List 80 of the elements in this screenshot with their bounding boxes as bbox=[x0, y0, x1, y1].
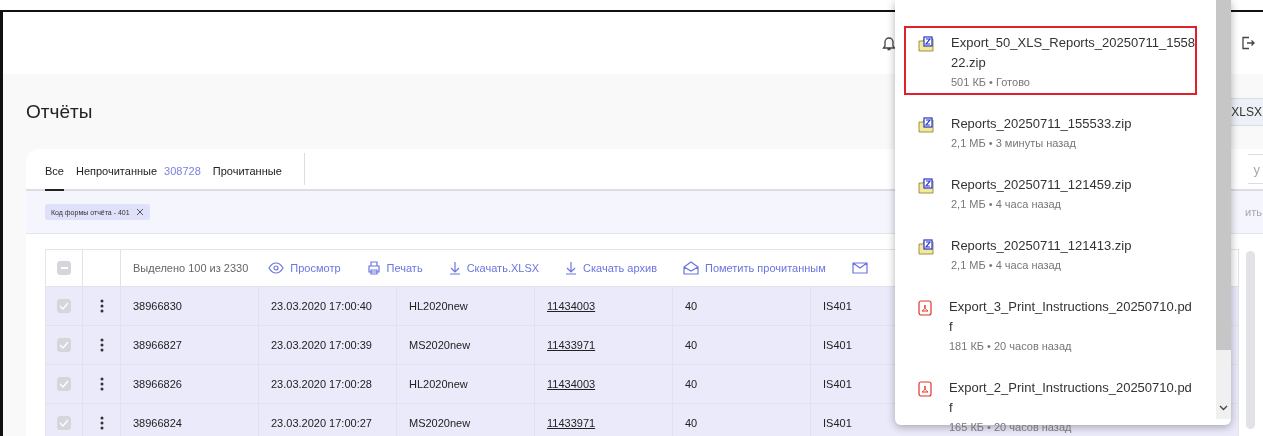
pdf-file-icon bbox=[918, 381, 932, 397]
file-status: 181 КБ • 20 часов назад bbox=[949, 340, 1073, 352]
envelope-icon bbox=[851, 262, 868, 274]
tab[interactable]: Непрочитанные 308728 bbox=[75, 153, 201, 191]
file-name: Reports_20250711_121459.zip bbox=[951, 176, 1133, 194]
mail-button[interactable] bbox=[851, 262, 868, 274]
file-name: Reports_20250711_155533.zip bbox=[951, 115, 1133, 133]
action-link[interactable]: Просмотр bbox=[268, 262, 341, 274]
download-item[interactable]: Export_50_XLS_Reports_20250711_155822.zip 501 КБ • Готово bbox=[904, 26, 1197, 95]
export-button[interactable]: XLSX bbox=[1229, 97, 1263, 126]
table-cell: 38966827 bbox=[133, 339, 182, 351]
file-name: Export_3_Print_Instructions_20250710.pdf bbox=[949, 298, 1193, 336]
more-icon[interactable] bbox=[99, 338, 104, 352]
file-name: Export_50_XLS_Reports_20250711_155822.zip bbox=[951, 34, 1196, 72]
zip-file-icon bbox=[918, 36, 934, 52]
row-checkbox[interactable] bbox=[57, 416, 71, 430]
action-link[interactable]: Скачать архив bbox=[565, 261, 657, 275]
table-cell: IS401 bbox=[823, 378, 852, 390]
file-status: 165 КБ • 20 часов назад bbox=[949, 421, 1073, 433]
close-icon[interactable] bbox=[135, 208, 144, 216]
download-item[interactable]: Reports_20250711_121413.zip 2,1 МБ • 4 часа назад bbox=[904, 229, 1197, 278]
download-icon bbox=[448, 261, 461, 275]
download-item[interactable]: Export_2_Print_Instructions_20250710.pdf 165 КБ • 20 часов назад bbox=[904, 371, 1197, 436]
action-link[interactable]: Скачать.XLSX bbox=[448, 261, 540, 275]
table-cell: 23.03.2020 17:00:39 bbox=[271, 339, 372, 351]
logout-icon[interactable] bbox=[1241, 36, 1255, 50]
table-link[interactable]: 11434003 bbox=[547, 300, 596, 312]
table-cell: 40 bbox=[685, 339, 698, 351]
table-cell: HL2020new bbox=[409, 378, 468, 390]
table-cell: 38966826 bbox=[133, 378, 182, 390]
file-status: 2,1 МБ • 4 часа назад bbox=[951, 259, 1063, 271]
zip-file-icon bbox=[918, 239, 934, 255]
table-link[interactable]: 11433971 bbox=[547, 417, 596, 429]
download-item[interactable]: Export_3_Print_Instructions_20250710.pdf 181 КБ • 20 часов назад bbox=[904, 290, 1197, 359]
table-cell: 40 bbox=[685, 300, 698, 312]
table-cell: 38966830 bbox=[133, 300, 182, 312]
table-cell: IS401 bbox=[823, 339, 852, 351]
table-cell: 23.03.2020 17:00:40 bbox=[271, 300, 372, 312]
download-icon bbox=[565, 261, 578, 275]
zip-file-icon bbox=[918, 178, 934, 194]
selection-summary: Выделено 100 из 2330 bbox=[133, 262, 249, 274]
table-cell: IS401 bbox=[823, 300, 852, 312]
tab[interactable]: Прочитанные bbox=[212, 153, 282, 191]
scrollbar[interactable] bbox=[1246, 251, 1255, 429]
table-cell: 40 bbox=[685, 378, 698, 390]
row-checkbox[interactable] bbox=[57, 377, 71, 391]
table-cell: 23.03.2020 17:00:28 bbox=[271, 378, 372, 390]
scrollbar[interactable] bbox=[1216, 0, 1231, 419]
table-cell: MS2020new bbox=[409, 339, 471, 351]
printer-icon bbox=[366, 261, 381, 275]
page-title: Отчёты bbox=[26, 100, 93, 123]
file-status: 501 КБ • Готово bbox=[951, 76, 1031, 88]
download-item[interactable]: Reports_20250711_155533.zip 2,1 МБ • 3 минуты назад bbox=[904, 107, 1197, 156]
row-checkbox[interactable] bbox=[57, 299, 71, 313]
action-link[interactable]: Пометить прочитанным bbox=[682, 261, 826, 275]
bell-icon[interactable] bbox=[882, 35, 896, 51]
table-cell: 38966824 bbox=[133, 417, 182, 429]
table-cell: 23.03.2020 17:00:27 bbox=[271, 417, 372, 429]
table-link[interactable]: 11434003 bbox=[547, 378, 596, 390]
more-icon[interactable] bbox=[99, 377, 104, 391]
select-all-checkbox[interactable] bbox=[57, 261, 71, 275]
download-item[interactable]: Reports_20250711_121459.zip 2,1 МБ • 4 часа назад bbox=[904, 168, 1197, 217]
eye-icon bbox=[268, 262, 285, 274]
action-link[interactable]: Печать bbox=[366, 261, 423, 275]
open-envelope-icon bbox=[682, 261, 699, 275]
table-cell: MS2020new bbox=[409, 417, 471, 429]
file-name: Export_2_Print_Instructions_20250710.pdf bbox=[949, 379, 1193, 417]
table-cell: IS401 bbox=[823, 417, 852, 429]
file-status: 2,1 МБ • 4 часа назад bbox=[951, 198, 1063, 210]
scroll-down-icon[interactable] bbox=[1219, 405, 1228, 411]
more-icon[interactable] bbox=[99, 299, 104, 313]
table-link[interactable]: 11433971 bbox=[547, 339, 596, 351]
file-name: Reports_20250711_121413.zip bbox=[951, 237, 1133, 255]
row-checkbox[interactable] bbox=[57, 338, 71, 352]
zip-file-icon bbox=[918, 117, 934, 133]
file-status: 2,1 МБ • 3 минуты назад bbox=[951, 137, 1077, 149]
more-icon[interactable] bbox=[99, 416, 104, 430]
table-cell: 40 bbox=[685, 417, 698, 429]
table-cell: HL2020new bbox=[409, 300, 468, 312]
pdf-file-icon bbox=[918, 300, 932, 316]
